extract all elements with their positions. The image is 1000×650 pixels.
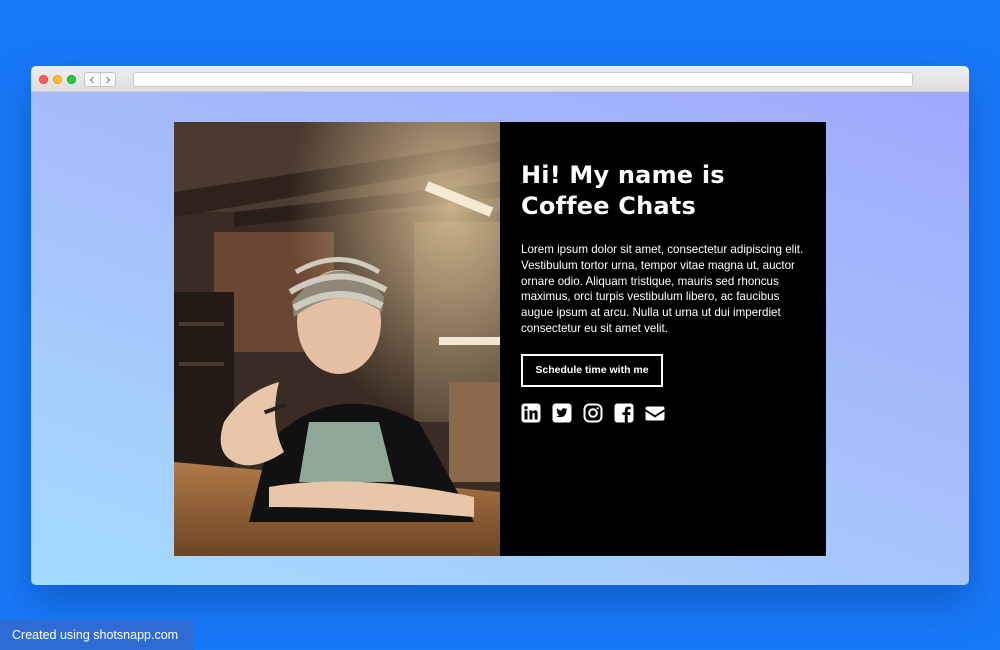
twitter-icon	[552, 403, 572, 423]
chevron-right-icon	[105, 76, 111, 83]
instagram-icon	[583, 403, 603, 423]
browser-window: Hi! My name is Coffee Chats Lorem ipsum …	[31, 66, 969, 585]
profile-photo	[174, 122, 500, 556]
minimize-window-button[interactable]	[53, 75, 62, 84]
email-link[interactable]	[645, 403, 665, 423]
email-icon	[645, 406, 665, 421]
navigation-buttons	[84, 72, 116, 87]
chevron-left-icon	[89, 76, 95, 83]
facebook-icon	[614, 403, 634, 423]
schedule-button[interactable]: Schedule time with me	[521, 353, 663, 387]
intro-panel: Hi! My name is Coffee Chats Lorem ipsum …	[500, 122, 826, 556]
page-viewport: Hi! My name is Coffee Chats Lorem ipsum …	[31, 92, 969, 585]
profile-bio: Lorem ipsum dolor sit amet, consectetur …	[521, 243, 804, 335]
instagram-link[interactable]	[583, 403, 603, 423]
facebook-link[interactable]	[614, 403, 634, 423]
profile-card: Hi! My name is Coffee Chats Lorem ipsum …	[174, 122, 826, 556]
social-links	[521, 403, 806, 423]
barista-photo-illustration	[174, 122, 500, 556]
address-bar[interactable]	[133, 72, 913, 87]
linkedin-link[interactable]	[521, 403, 541, 423]
linkedin-icon	[521, 403, 541, 423]
profile-heading: Hi! My name is Coffee Chats	[521, 161, 725, 220]
forward-button[interactable]	[99, 73, 116, 86]
maximize-window-button[interactable]	[67, 75, 76, 84]
back-button[interactable]	[85, 73, 100, 86]
shotsnapp-credit-badge[interactable]: Created using shotsnapp.com	[0, 620, 193, 650]
browser-titlebar	[31, 66, 969, 92]
close-window-button[interactable]	[39, 75, 48, 84]
twitter-link[interactable]	[552, 403, 572, 423]
